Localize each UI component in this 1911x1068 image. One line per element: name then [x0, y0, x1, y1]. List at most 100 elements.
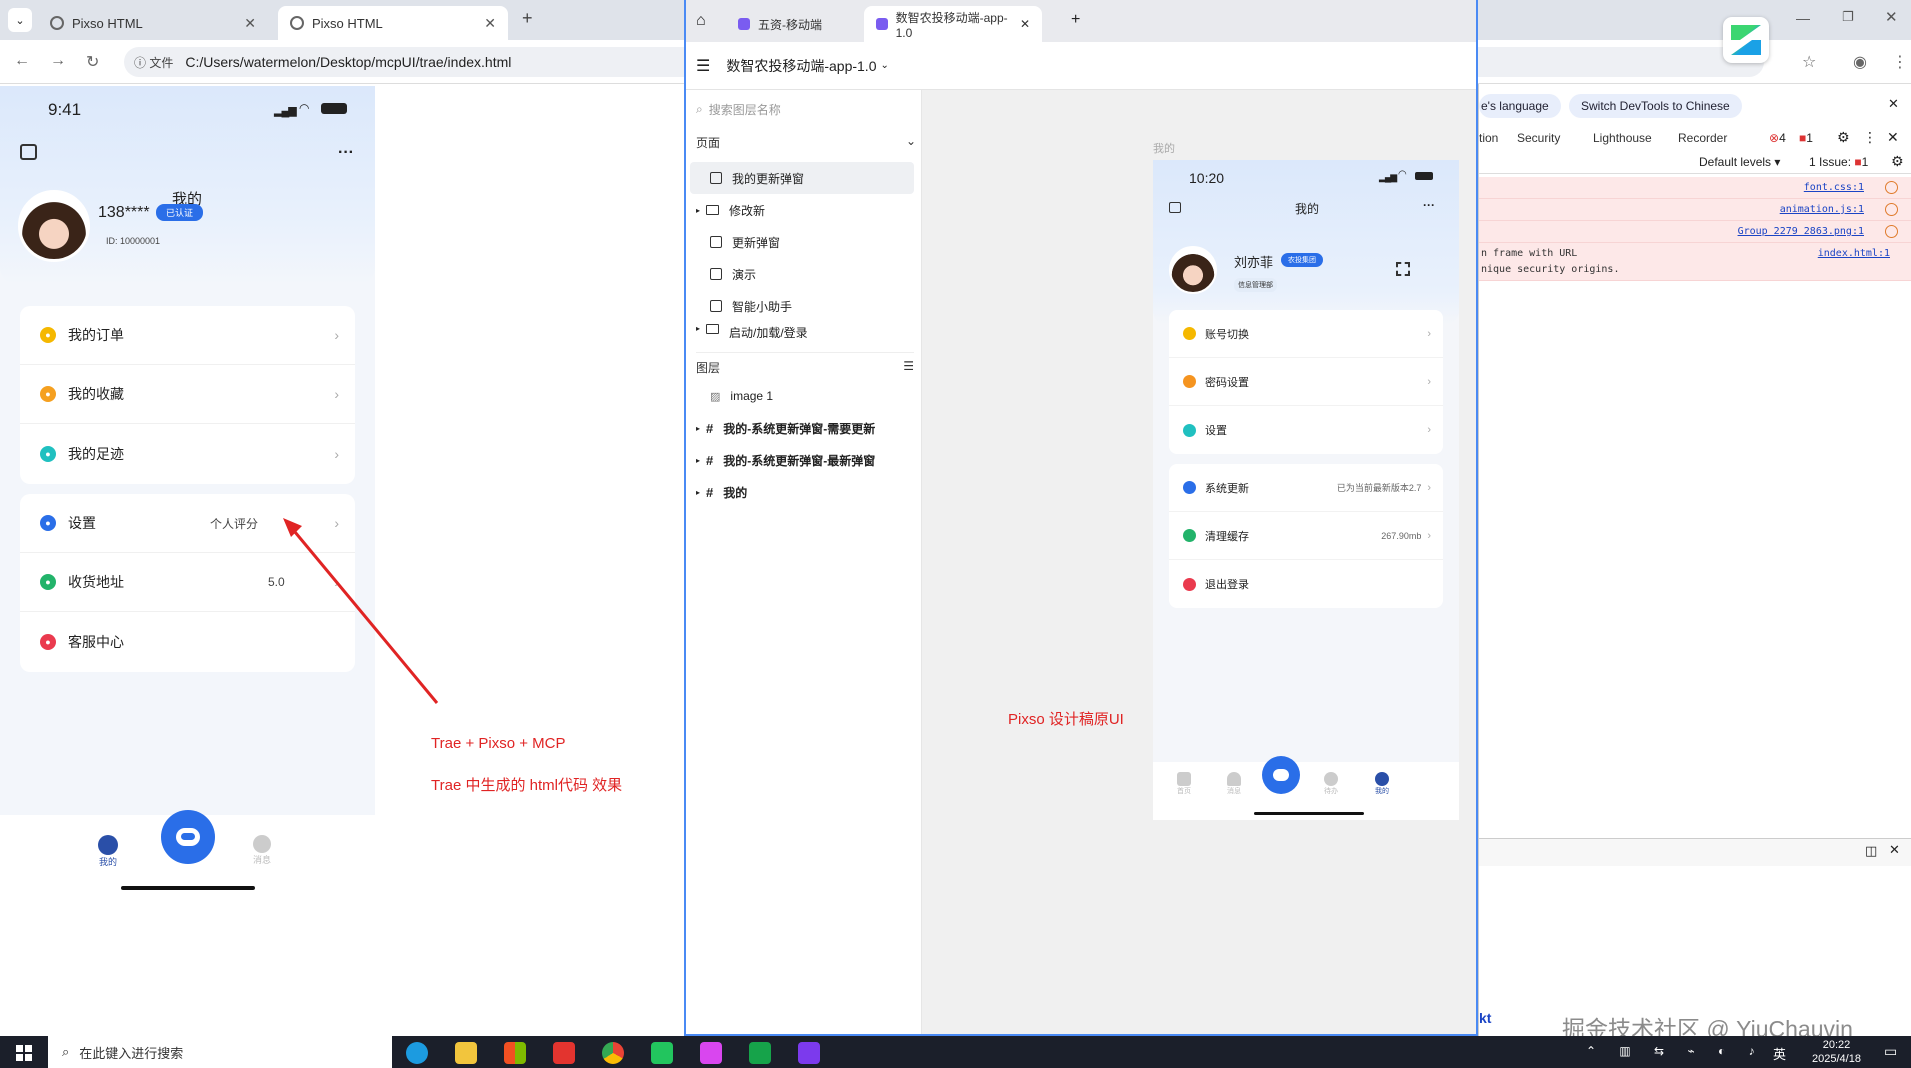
- caret-right-icon[interactable]: ▸: [696, 456, 700, 465]
- back-icon[interactable]: ←: [14, 52, 30, 70]
- profile-icon[interactable]: ◉: [1853, 52, 1867, 72]
- more-icon[interactable]: ···: [1423, 198, 1435, 212]
- new-tab-button[interactable]: +: [1071, 11, 1080, 29]
- nav-tab-todo[interactable]: 待办: [1316, 772, 1346, 796]
- pixso-icon[interactable]: [700, 1042, 722, 1064]
- avatar[interactable]: [1169, 246, 1217, 294]
- menu-item-address[interactable]: ● 收货地址 5.0 ›: [20, 553, 355, 612]
- layer-item[interactable]: ▸ # 我的: [690, 476, 914, 508]
- layer-search-input[interactable]: ⌕ 搜索图层名称: [696, 98, 906, 120]
- frame-label[interactable]: 我的: [1153, 140, 1175, 156]
- nav-tab-mine[interactable]: 我的: [1367, 772, 1397, 796]
- edge-icon[interactable]: [406, 1042, 428, 1064]
- terminal-icon[interactable]: [749, 1042, 771, 1064]
- source-link[interactable]: font.css:1: [1804, 182, 1864, 193]
- menu-item-settings[interactable]: ● 设置 个人评分 ›: [20, 494, 355, 553]
- page-folder[interactable]: ▸ 修改新: [690, 194, 914, 226]
- menu-item-settings[interactable]: 设置 ›: [1169, 406, 1443, 454]
- reload-icon[interactable]: ↻: [86, 52, 99, 72]
- avatar[interactable]: [18, 190, 90, 262]
- chrome-icon[interactable]: [602, 1042, 624, 1064]
- file-explorer-icon[interactable]: [455, 1042, 477, 1064]
- menu-item-clear-cache[interactable]: 清理缓存 267.90mb ›: [1169, 512, 1443, 560]
- close-tab-icon[interactable]: ✕: [244, 15, 256, 32]
- page-item[interactable]: 演示: [690, 258, 914, 290]
- minimize-icon[interactable]: —: [1796, 10, 1810, 26]
- new-tab-button[interactable]: +: [522, 8, 533, 29]
- console-settings-icon[interactable]: ⚙: [1891, 153, 1904, 170]
- devtools-tab-app[interactable]: tion: [1479, 131, 1498, 145]
- clock[interactable]: 20:22 2025/4/18: [1812, 1038, 1861, 1066]
- design-canvas[interactable]: 我的 10:20 ▂▄▆ ◠ 我的 ··· 刘亦菲 农投集团 信息管理部 账号切…: [922, 90, 1476, 1034]
- assistant-fab[interactable]: [1262, 756, 1300, 794]
- app-floating-icon[interactable]: [1723, 17, 1769, 63]
- pixso-tab-1[interactable]: 五资-移动端: [726, 6, 862, 42]
- design-frame-mine[interactable]: 10:20 ▂▄▆ ◠ 我的 ··· 刘亦菲 农投集团 信息管理部 账号切换 › …: [1153, 160, 1459, 820]
- app-icon[interactable]: [798, 1042, 820, 1064]
- system-tray[interactable]: ⌃ ▥ ⇆ ⌁ ◐ ♪: [1586, 1044, 1765, 1058]
- caret-right-icon[interactable]: ▸: [696, 206, 700, 215]
- source-link[interactable]: index.html:1: [1818, 248, 1890, 259]
- layer-sort-icon[interactable]: ☰: [903, 359, 914, 376]
- close-devtools-icon[interactable]: ✕: [1887, 129, 1899, 146]
- menu-item-support[interactable]: ● 客服中心: [20, 612, 355, 671]
- page-item[interactable]: 智能小助手: [690, 290, 914, 322]
- restore-icon[interactable]: ❐: [1842, 9, 1854, 25]
- file-title[interactable]: 数智农投移动端-app-1.0: [726, 56, 876, 76]
- home-icon[interactable]: ⌂: [696, 12, 706, 30]
- wps-icon[interactable]: [553, 1042, 575, 1064]
- more-icon[interactable]: ···: [338, 144, 354, 162]
- notification-icon[interactable]: ▭: [1884, 1043, 1897, 1060]
- close-banner-icon[interactable]: ✕: [1888, 96, 1899, 112]
- menu-item-footprints[interactable]: ● 我的足迹 ›: [20, 424, 355, 483]
- tab-list-button[interactable]: ⌄: [8, 8, 32, 32]
- bookmark-star-icon[interactable]: ☆: [1802, 52, 1816, 72]
- nav-tab-message[interactable]: 消息: [250, 835, 274, 866]
- devtools-tab-security[interactable]: Security: [1517, 131, 1560, 145]
- close-drawer-icon[interactable]: ✕: [1889, 842, 1900, 858]
- caret-right-icon[interactable]: ▸: [696, 424, 700, 433]
- switch-language-button[interactable]: Switch DevTools to Chinese: [1569, 94, 1742, 118]
- error-count[interactable]: ⊗4: [1769, 131, 1786, 145]
- taskbar-search[interactable]: ⌕ 在此键入进行搜索: [48, 1036, 392, 1068]
- layer-item[interactable]: ▸ # 我的-系统更新弹窗-需要更新: [690, 412, 914, 444]
- layer-item[interactable]: ▸ # 我的-系统更新弹窗-最新弹窗: [690, 444, 914, 476]
- layer-item[interactable]: ▨ image 1: [690, 380, 914, 412]
- caret-right-icon[interactable]: ▸: [696, 488, 700, 497]
- chevron-down-icon[interactable]: ⌄: [906, 134, 916, 151]
- page-item[interactable]: 更新弹窗: [690, 226, 914, 258]
- file-info-chip[interactable]: ⓘ 文件: [134, 54, 173, 71]
- devtools-tab-recorder[interactable]: Recorder: [1678, 131, 1727, 145]
- page-item[interactable]: 我的更新弹窗: [690, 162, 914, 194]
- browser-tab-2[interactable]: Pixso HTML ✕: [278, 6, 508, 40]
- menu-item-logout[interactable]: 退出登录: [1169, 560, 1443, 608]
- windows-start-icon[interactable]: [16, 1045, 32, 1061]
- chevron-down-icon[interactable]: ⌄: [881, 60, 889, 71]
- close-window-icon[interactable]: ✕: [1885, 8, 1898, 26]
- source-link[interactable]: animation.js:1: [1780, 204, 1864, 215]
- trae-icon[interactable]: [651, 1042, 673, 1064]
- menu-item-account-switch[interactable]: 账号切换 ›: [1169, 310, 1443, 358]
- scan-icon[interactable]: [1169, 202, 1181, 213]
- pixso-tab-2[interactable]: 数智农投移动端-app-1.0 ✕: [864, 6, 1042, 42]
- issues-indicator[interactable]: 1 Issue: ■1: [1809, 155, 1868, 169]
- browser-tab-1[interactable]: Pixso HTML ✕: [38, 6, 268, 40]
- page-folder[interactable]: ▸ 启动/加载/登录: [690, 322, 914, 338]
- close-tab-icon[interactable]: ✕: [484, 15, 496, 32]
- menu-item-password[interactable]: 密码设置 ›: [1169, 358, 1443, 406]
- close-tab-icon[interactable]: ✕: [1020, 17, 1030, 31]
- ime-indicator[interactable]: 英: [1773, 1044, 1786, 1063]
- nav-tab-mine[interactable]: 我的: [96, 835, 120, 868]
- menu-item-system-update[interactable]: 系统更新 已为当前最新版本2.7 ›: [1169, 464, 1443, 512]
- forward-icon[interactable]: →: [50, 52, 66, 70]
- devtools-tab-lighthouse[interactable]: Lighthouse: [1593, 131, 1652, 145]
- menu-item-favorites[interactable]: ● 我的收藏 ›: [20, 365, 355, 424]
- more-icon[interactable]: ⋮: [1863, 129, 1877, 146]
- language-button[interactable]: e's language: [1479, 94, 1561, 118]
- source-link[interactable]: Group 2279 2863.png:1: [1738, 226, 1864, 237]
- settings-gear-icon[interactable]: ⚙: [1837, 129, 1850, 146]
- scan-icon[interactable]: [20, 144, 37, 160]
- assistant-fab[interactable]: [161, 810, 215, 864]
- nav-tab-message[interactable]: 消息: [1219, 772, 1249, 796]
- dock-side-icon[interactable]: ◫: [1865, 843, 1877, 859]
